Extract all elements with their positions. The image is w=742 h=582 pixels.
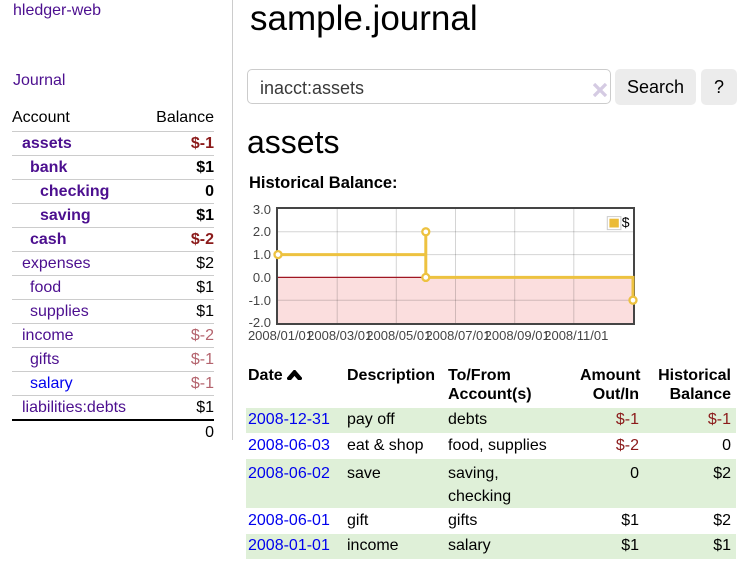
svg-text:$: $ <box>622 214 630 230</box>
